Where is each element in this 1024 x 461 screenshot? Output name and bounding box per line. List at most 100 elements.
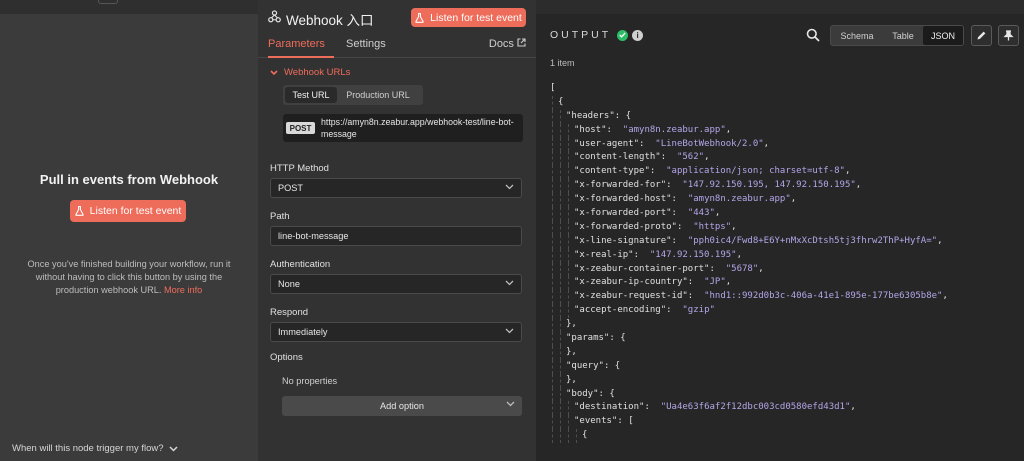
json-punctuation: , [942,291,948,302]
json-line: "x-line-signature": "pph0ic4/Fwd8+E6Y+nM… [550,234,1020,249]
no-properties-text: No properties [282,376,338,386]
json-punctuation: : [644,402,661,413]
json-punctuation: [ [550,83,556,93]
json-line-content: "body": { [566,388,615,402]
json-line: "destination": "Ua4e63f6af2f12dbc003cd05… [550,401,1020,416]
indent-guide [568,304,569,319]
indent-guide [560,248,561,263]
json-punctuation: , [731,221,737,232]
webhook-urls-toggle[interactable]: Webhook URLs [270,67,350,78]
indent-guide [568,137,569,152]
json-punctuation: { [582,430,588,441]
json-punctuation: : { [603,360,621,371]
indent-guide [568,220,569,235]
json-line-content: { [582,429,587,443]
json-line: "events": [ [550,415,1020,430]
indent-guide [568,179,569,194]
json-line-content: [ [550,82,555,96]
json-line-content: "x-forwarded-host": "amyn8n.zeabur.app", [574,193,796,207]
indent-guide [552,193,553,208]
tab-test-url[interactable]: Test URL [285,87,337,103]
tab-settings[interactable]: Settings [346,38,386,50]
json-viewer: [ { "headers": {"host": "amyn8n.zeabur.app… [550,82,1020,444]
indent-guide [552,415,553,430]
indent-guide [560,387,561,402]
info-icon[interactable]: i [632,29,644,41]
authentication-value: None [278,279,300,289]
indent-guide [568,151,569,166]
respond-select[interactable]: Immediately [270,322,522,342]
indent-guide [560,234,561,249]
node-header: Webhook 入口 Listen for test event [258,0,536,34]
json-key: "accept-encoding" [574,305,667,316]
json-line: "host": "amyn8n.zeabur.app", [550,123,1020,138]
json-punctuation: , [704,152,710,163]
json-line-content: "destination": "Ua4e63f6af2f12dbc003cd05… [574,401,856,415]
json-value: "pph0ic4/Fwd8+E6Y+nMxXcDtsh5tj3fhrw2ThP+… [687,235,938,246]
path-label: Path [270,211,290,222]
json-value: "amyn8n.zeabur.app" [687,194,791,205]
webhook-url-box[interactable]: POST https://amyn8n.zeabur.app/webhook-t… [283,114,523,142]
json-key: "destination" [574,402,645,413]
indent-guide [560,220,561,235]
json-key: "body" [566,388,599,399]
indent-guide [560,318,561,333]
json-punctuation: : [671,235,688,246]
tab-production-url[interactable]: Production URL [337,87,419,103]
json-line-content: "headers": { [566,110,631,124]
node-title[interactable]: Webhook 入口 [286,9,374,29]
edit-output-button[interactable] [971,25,992,46]
json-punctuation: }, [566,346,577,357]
indent-guide [552,165,553,180]
indent-guide [560,151,561,166]
indent-guide [568,123,569,138]
json-value: "5678" [725,263,759,274]
http-method-select[interactable]: POST [270,178,522,198]
search-icon[interactable] [806,28,820,42]
json-key: "content-type" [574,166,650,177]
json-punctuation: : { [614,110,632,121]
more-info-link[interactable]: More info [164,285,202,295]
path-input[interactable]: line-bot-message [270,226,522,246]
pin-output-button[interactable] [998,25,1019,46]
external-link-icon [517,38,526,47]
view-table[interactable]: Table [883,26,923,45]
trigger-title: Pull in events from Webhook [39,172,219,187]
trigger-description: Once you've finished building your workf… [18,258,240,297]
panel-handle[interactable] [98,0,118,4]
json-punctuation: : [676,221,694,232]
output-header: OUTPUT i [550,29,644,41]
json-line: [ [550,82,1020,96]
add-option-button[interactable]: Add option [282,396,522,416]
indent-guide [552,332,553,346]
trigger-help-toggle[interactable]: When will this node trigger my flow? [12,443,178,454]
json-line: "x-forwarded-proto": "https", [550,220,1020,235]
json-key: "x-forwarded-for" [574,180,667,191]
node-listen-button[interactable]: Listen for test event [411,8,526,27]
json-line-content: "user-agent": "LineBotWebhook/2.0", [574,138,769,152]
tab-parameters[interactable]: Parameters [268,38,325,50]
indent-guide [560,429,561,444]
json-value: "JP" [704,277,726,288]
listen-test-event-button[interactable]: Listen for test event [70,200,186,222]
view-json[interactable]: JSON [923,26,963,45]
json-punctuation: : [666,305,683,316]
view-schema[interactable]: Schema [831,26,883,45]
json-punctuation: : [671,194,688,205]
json-line: }, [550,345,1020,360]
indent-guide [568,415,569,430]
json-line: "accept-encoding": "gzip" [550,304,1020,319]
indent-guide [568,234,569,249]
node-listen-label: Listen for test event [430,11,522,24]
json-punctuation: : [660,152,677,163]
indent-guide [552,429,553,444]
trigger-panel: Pull in events from Webhook Listen for t… [0,0,258,461]
json-line-content: "x-forwarded-for": "147.92.150.195, 147.… [574,179,861,193]
json-line: "x-real-ip": "147.92.150.195", [550,248,1020,263]
docs-link[interactable]: Docs [489,38,526,50]
app-root: Pull in events from Webhook Listen for t… [0,0,1024,461]
authentication-select[interactable]: None [270,274,522,294]
json-value: "147.92.150.195, 147.92.150.195" [682,180,856,191]
authentication-label: Authentication [270,259,331,270]
node-tabs: Parameters Settings Docs [258,34,536,58]
